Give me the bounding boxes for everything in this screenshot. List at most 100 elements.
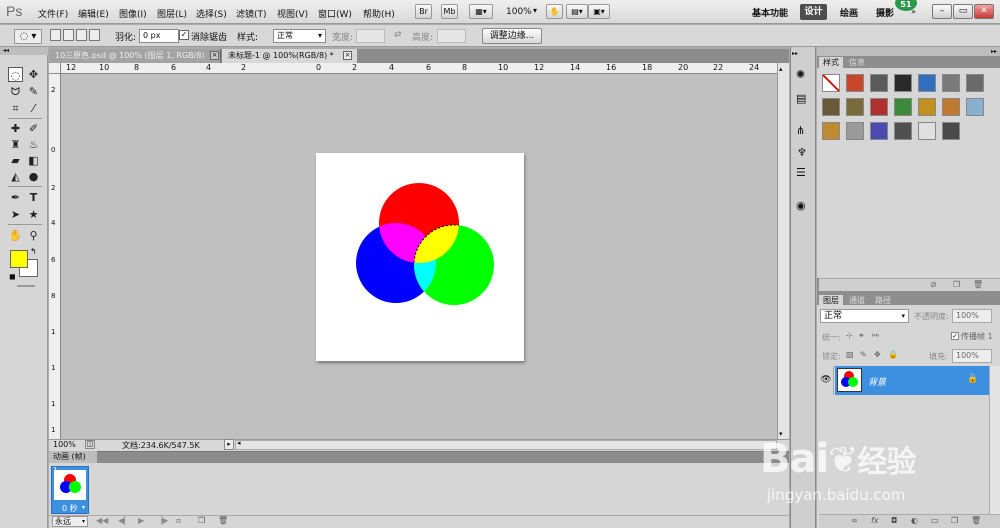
layer-mask-icon[interactable]: ◘ xyxy=(891,516,897,525)
healing-brush-tool-icon[interactable]: ✚ xyxy=(8,121,23,136)
path-select-tool-icon[interactable]: ➤ xyxy=(8,207,23,222)
style-swatch[interactable] xyxy=(942,74,960,92)
delete-layer-icon[interactable]: 🗑 xyxy=(971,516,981,525)
vertical-scrollbar[interactable] xyxy=(777,63,789,439)
restore-button[interactable]: ▭ xyxy=(953,4,973,19)
crop-tool-icon[interactable]: ⌗ xyxy=(8,101,23,116)
first-frame-icon[interactable]: ◀◀ xyxy=(96,516,108,525)
layers-scrollbar[interactable] xyxy=(989,366,1000,514)
style-swatch[interactable] xyxy=(918,98,936,116)
tween-icon[interactable]: ⧈ xyxy=(176,516,181,526)
swap-colors-icon[interactable]: ↰ xyxy=(30,247,37,256)
menu-select[interactable]: 选择(S) xyxy=(196,7,227,20)
tool-preset-picker[interactable]: ◌ ▾ xyxy=(14,29,42,44)
shape-tool-icon[interactable]: ★ xyxy=(26,207,41,222)
quick-select-tool-icon[interactable]: ✎ xyxy=(26,84,41,99)
style-swatch[interactable] xyxy=(894,74,912,92)
height-input[interactable] xyxy=(437,29,466,43)
clone-stamp-tool-icon[interactable]: ♜ xyxy=(8,137,23,152)
antialias-checkbox[interactable]: ✓ xyxy=(179,30,189,40)
style-swatch[interactable] xyxy=(966,98,984,116)
new-layer-icon[interactable]: ❐ xyxy=(951,516,958,525)
blur-tool-icon[interactable]: ◭ xyxy=(8,169,23,184)
tab-document-1[interactable]: 10三原色.psd @ 100% (图层 1, RGB/8) xyxy=(49,49,221,63)
toolbox-grip[interactable]: ◂◂ xyxy=(0,47,48,55)
document-canvas[interactable] xyxy=(316,153,524,361)
intersect-selection-icon[interactable] xyxy=(89,29,100,41)
refine-edge-button[interactable]: 调整边缘... xyxy=(482,28,542,44)
tab-document-2[interactable]: 未标题-1 @ 100%(RGB/8) * xyxy=(222,49,357,63)
delete-frame-icon[interactable]: 🗑 xyxy=(218,516,228,525)
move-tool-icon[interactable]: ✥ xyxy=(26,67,41,82)
frame-delay[interactable]: 0 秒 xyxy=(62,503,78,514)
lock-image-icon[interactable]: ✎ xyxy=(860,350,867,359)
foreground-color-swatch[interactable] xyxy=(10,250,28,268)
blend-mode-select[interactable]: 正常 ▾ xyxy=(820,309,909,323)
tab-close-icon[interactable]: × xyxy=(210,51,219,60)
default-colors-icon[interactable]: ◼ xyxy=(9,272,16,281)
layer-visibility-eye-icon[interactable]: 👁 xyxy=(819,366,834,395)
delete-style-icon[interactable]: 🗑 xyxy=(973,280,983,289)
style-swatch[interactable] xyxy=(942,122,960,140)
eyedropper-tool-icon[interactable]: ⁄ xyxy=(26,101,41,116)
panel-collapse-bar[interactable]: ▸▸ xyxy=(817,47,1000,56)
type-tool-icon[interactable]: T xyxy=(26,190,41,205)
frame-delay-dropdown-icon[interactable]: ▾ xyxy=(82,504,85,511)
previous-frame-icon[interactable]: ◀▏ xyxy=(118,516,130,525)
hand-tool-icon[interactable]: ✋ xyxy=(8,228,23,243)
menu-help[interactable]: 帮助(H) xyxy=(363,7,395,20)
new-style-icon[interactable]: ❐ xyxy=(953,280,960,289)
style-swatch[interactable] xyxy=(918,122,936,140)
mini-bridge-button[interactable]: Mb xyxy=(441,4,458,19)
view-extras-button[interactable]: ▦▾ xyxy=(469,4,493,19)
menu-file[interactable]: 文件(F) xyxy=(38,7,68,20)
layer-name[interactable]: 背景 xyxy=(868,375,886,388)
marquee-tool-icon[interactable]: ◌ xyxy=(8,67,23,82)
propagate-frame-checkbox[interactable]: ✓ xyxy=(951,332,959,340)
history-brush-tool-icon[interactable]: ♨ xyxy=(26,137,41,152)
tab-close-icon[interactable]: × xyxy=(343,51,352,60)
lock-all-icon[interactable]: 🔒 xyxy=(888,350,898,359)
menu-window[interactable]: 窗口(W) xyxy=(318,7,352,20)
next-frame-icon[interactable]: ▕▶ xyxy=(156,516,168,525)
width-input[interactable] xyxy=(356,29,385,43)
workspace-design[interactable]: 设计 xyxy=(800,4,827,20)
workspace-basic[interactable]: 基本功能 xyxy=(752,6,788,19)
quick-mask-icon[interactable] xyxy=(17,285,35,287)
fill-input[interactable]: 100% xyxy=(952,349,992,363)
eraser-tool-icon[interactable]: ▰ xyxy=(8,153,23,168)
style-swatch[interactable] xyxy=(870,98,888,116)
workspace-photo[interactable]: 摄影 xyxy=(876,6,894,19)
hand-tool-button[interactable]: ✋ xyxy=(546,4,563,19)
add-selection-icon[interactable] xyxy=(63,29,74,41)
lock-position-icon[interactable]: ✥ xyxy=(874,350,881,359)
style-swatch[interactable] xyxy=(822,98,840,116)
brush-tool-icon[interactable]: ✐ xyxy=(26,121,41,136)
histogram-icon[interactable]: ▤ xyxy=(796,92,806,105)
lock-transparent-icon[interactable]: ▧ xyxy=(846,350,854,359)
scroll-up-icon[interactable]: ▴ xyxy=(779,65,783,73)
style-swatch[interactable] xyxy=(846,98,864,116)
style-swatch[interactable] xyxy=(822,122,840,140)
new-selection-icon[interactable] xyxy=(50,29,61,41)
scroll-left-icon[interactable]: ◂ xyxy=(237,439,241,447)
workspace-paint[interactable]: 绘画 xyxy=(840,6,858,19)
dodge-tool-icon[interactable]: ● xyxy=(26,169,41,184)
feather-input[interactable]: 0 px xyxy=(139,29,179,43)
new-group-icon[interactable]: ▭ xyxy=(931,516,939,525)
style-swatch[interactable] xyxy=(918,74,936,92)
play-icon[interactable]: ▶ xyxy=(138,516,144,525)
opacity-input[interactable]: 100% xyxy=(952,309,992,323)
style-swatch[interactable] xyxy=(966,74,984,92)
status-preview-icon[interactable]: ◫ xyxy=(85,440,95,449)
tab-styles[interactable]: 样式 xyxy=(819,57,843,68)
lasso-tool-icon[interactable]: ᗢ xyxy=(8,84,23,99)
layer-style-icon[interactable]: fx xyxy=(871,516,879,525)
style-swatch[interactable] xyxy=(894,98,912,116)
navigator-icon[interactable]: ✺ xyxy=(796,68,805,81)
gradient-tool-icon[interactable]: ◧ xyxy=(26,153,41,168)
style-swatch[interactable] xyxy=(870,122,888,140)
ruler-horizontal[interactable]: 12 10 8 6 4 2 0 2 4 6 8 10 12 14 16 18 2… xyxy=(61,63,777,74)
link-layers-icon[interactable]: ∞ xyxy=(851,516,858,525)
clear-style-icon[interactable]: ⊘ xyxy=(930,280,937,289)
